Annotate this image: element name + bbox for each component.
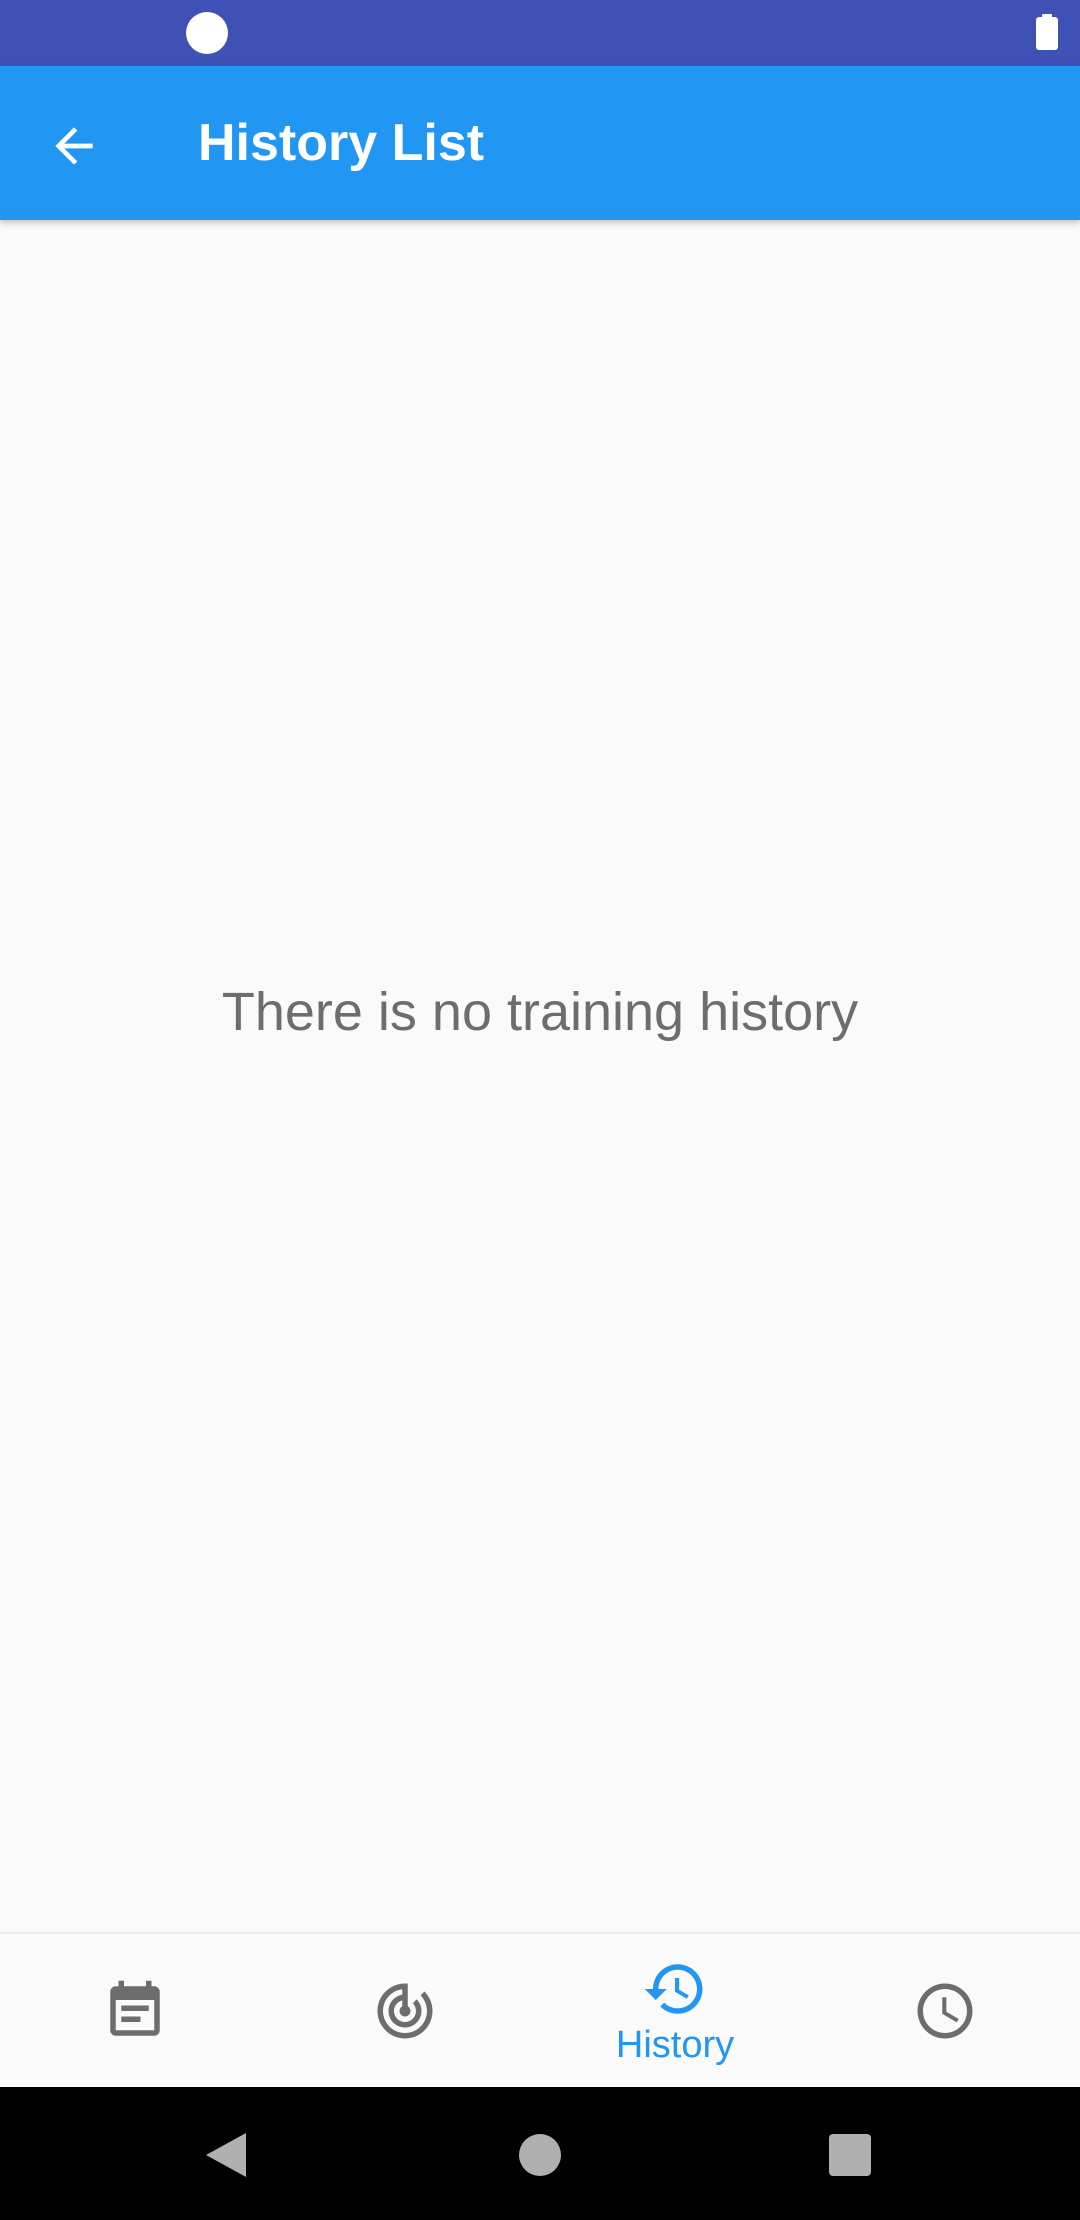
clock-icon — [917, 1983, 973, 2039]
app-bar: History List — [0, 66, 1080, 220]
nav-item-history[interactable]: History — [540, 1934, 810, 2087]
empty-state-message: There is no training history — [221, 982, 859, 1042]
back-button[interactable] — [30, 102, 118, 190]
event-note-icon — [110, 1980, 160, 2036]
status-bar — [0, 0, 1080, 66]
system-navigation-bar — [0, 2087, 1080, 2220]
history-list-content: There is no training history — [0, 220, 1080, 1932]
notification-dot-icon — [186, 12, 228, 54]
nav-item-clock[interactable] — [810, 1934, 1080, 2087]
history-icon — [644, 1964, 703, 2014]
nav-item-track[interactable] — [270, 1934, 540, 2087]
bottom-navigation: History — [0, 1932, 1080, 2087]
recents-square-icon[interactable] — [829, 2134, 871, 2176]
battery-icon — [1036, 14, 1058, 50]
nav-item-plan[interactable] — [0, 1934, 270, 2087]
track-changes-icon — [377, 1983, 433, 2039]
arrow-back-icon — [55, 127, 93, 165]
home-circle-icon[interactable] — [519, 2134, 561, 2176]
nav-label-history: History — [615, 2024, 735, 2066]
back-triangle-icon[interactable] — [204, 2131, 248, 2179]
page-title: History List — [198, 114, 485, 172]
